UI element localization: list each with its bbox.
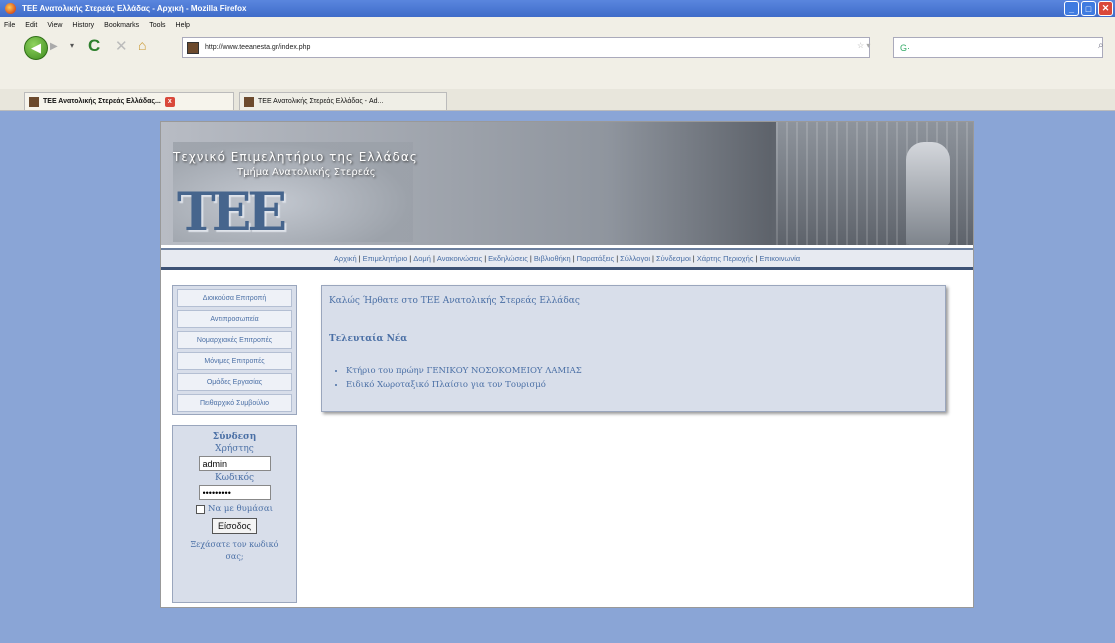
login-button[interactable]: Είσοδος <box>212 518 257 534</box>
news-item[interactable]: Ειδικό Χωροταξικό Πλαίσιο για τον Τουρισ… <box>346 380 582 390</box>
history-dropdown-icon[interactable]: ▾ <box>70 41 74 50</box>
reload-button[interactable]: C <box>88 36 100 56</box>
username-label: Χρήστης <box>215 444 254 454</box>
tab-bar: ΤΕΕ Ανατολικής Στερεάς Ελλάδας... x ΤΕΕ … <box>0 89 1115 111</box>
site-favicon-icon <box>187 41 199 54</box>
window-titlebar: ΤΕΕ Ανατολικής Στερεάς Ελλάδας - Αρχική … <box>0 0 1115 17</box>
remember-checkbox[interactable] <box>196 504 206 514</box>
maximize-button[interactable]: □ <box>1081 1 1096 16</box>
tab-active[interactable]: ΤΕΕ Ανατολικής Στερεάς Ελλάδας... x <box>24 92 234 110</box>
menu-history[interactable]: History <box>72 22 94 29</box>
back-arrow-icon: ◀ <box>31 40 41 55</box>
remember-label: Να με θυμάσαι <box>208 504 273 514</box>
window-title: ΤΕΕ Ανατολικής Στερεάς Ελλάδας - Αρχική … <box>22 4 247 13</box>
sidemenu-item-work-groups[interactable]: Ομάδες Εργασίας <box>177 373 292 391</box>
nav-events[interactable]: Εκδηλώσεις <box>488 254 528 263</box>
menu-view[interactable]: View <box>47 22 62 29</box>
site-banner: Τεχνικό Επιμελητήριο της Ελλάδας Τμήμα Α… <box>161 122 973 245</box>
web-page: Τεχνικό Επιμελητήριο της Ελλάδας Τμήμα Α… <box>160 121 974 608</box>
remember-me[interactable]: Να με θυμάσαι <box>173 504 296 514</box>
sidemenu-item-disciplinary-council[interactable]: Πειθαρχικό Συμβούλιο <box>177 394 292 412</box>
nav-contact[interactable]: Επικοινωνία <box>759 254 800 263</box>
forward-button[interactable]: ▶ <box>50 41 64 55</box>
nav-factions[interactable]: Παρατάξεις <box>577 254 615 263</box>
nav-library[interactable]: Βιβλιοθήκη <box>534 254 571 263</box>
tab-label: ΤΕΕ Ανατολικής Στερεάς Ελλάδας... <box>43 98 161 105</box>
nav-links[interactable]: Σύνδεσμοι <box>656 254 691 263</box>
menu-help[interactable]: Help <box>176 22 190 29</box>
home-button[interactable]: ⌂ <box>138 37 146 53</box>
news-item[interactable]: Κτήριο του πρώην ΓΕΝΙΚΟΥ ΝΟΣΟΚΟΜΕΙΟΥ ΛΑΜ… <box>346 366 582 376</box>
news-heading: Τελευταία Νέα <box>329 334 408 344</box>
url-text[interactable]: http://www.teeanesta.gr/index.php <box>205 44 310 51</box>
person-graphic <box>906 142 950 245</box>
close-window-button[interactable]: ✕ <box>1098 1 1113 16</box>
nav-announcements[interactable]: Ανακοινώσεις <box>437 254 482 263</box>
nav-structure[interactable]: Δομή <box>413 254 431 263</box>
welcome-text: Καλώς Ήρθατε στο ΤΕΕ Ανατολικής Στερεάς … <box>329 296 580 306</box>
nav-home[interactable]: Αρχική <box>334 254 357 263</box>
menu-file[interactable]: File <box>4 22 15 29</box>
tab-favicon-icon <box>29 96 39 107</box>
main-content: Καλώς Ήρθατε στο ΤΕΕ Ανατολικής Στερεάς … <box>321 285 946 412</box>
tab-inactive[interactable]: ΤΕΕ Ανατολικής Στερεάς Ελλάδας - Ad... <box>239 92 447 110</box>
navigation-toolbar: ◀ ▶ ▾ C ✕ ⌂ http://www.teeanesta.gr/inde… <box>0 33 1115 89</box>
side-menu: Διοικούσα Επιτροπή Αντιπροσωπεία Νομαρχι… <box>172 285 297 415</box>
password-label: Κωδικός <box>214 473 255 483</box>
window-controls: _ □ ✕ <box>1064 1 1113 16</box>
menu-tools[interactable]: Tools <box>149 22 165 29</box>
firefox-icon <box>5 3 16 14</box>
sidemenu-item-representation[interactable]: Αντιπροσωπεία <box>177 310 292 328</box>
sidemenu-item-permanent-committees[interactable]: Μόνιμες Επιτροπές <box>177 352 292 370</box>
forgot-password-link[interactable]: Ξεχάσατε τον κωδικό σας; <box>173 539 296 563</box>
bookmark-star-icon[interactable]: ☆ ▾ <box>857 41 870 50</box>
minimize-button[interactable]: _ <box>1064 1 1079 16</box>
stop-button[interactable]: ✕ <box>115 37 128 55</box>
tab-label: ΤΕΕ Ανατολικής Στερεάς Ελλάδας - Ad... <box>258 98 384 105</box>
tab-favicon-icon <box>244 96 254 107</box>
site-top-nav: Αρχική | Επιμελητήριο | Δομή | Ανακοινώσεις… <box>161 248 973 270</box>
nav-chamber[interactable]: Επιμελητήριο <box>363 254 408 263</box>
banner-subtitle: Τμήμα Ανατολικής Στερεάς <box>237 167 376 178</box>
menu-edit[interactable]: Edit <box>25 22 37 29</box>
login-box: Σύνδεση Χρήστης Κωδικός Να με θυμάσαι Εί… <box>172 425 297 603</box>
login-title: Σύνδεση <box>212 432 257 442</box>
tab-close-icon[interactable]: x <box>164 96 175 107</box>
sidemenu-item-prefecture-committees[interactable]: Νομαρχιακές Επιτροπές <box>177 331 292 349</box>
url-bar[interactable]: http://www.teeanesta.gr/index.php <box>182 37 870 58</box>
sidemenu-item-board[interactable]: Διοικούσα Επιτροπή <box>177 289 292 307</box>
search-engine-icon[interactable]: G· <box>900 43 910 53</box>
search-icon[interactable]: ⌕ <box>1098 40 1104 51</box>
tee-logo: ΤΕΕ <box>177 182 287 243</box>
back-button[interactable]: ◀ <box>24 36 48 60</box>
nav-area-map[interactable]: Χάρτης Περιοχής <box>697 254 754 263</box>
search-input[interactable]: G· <box>893 37 1103 58</box>
nav-associations[interactable]: Σύλλογοι <box>620 254 650 263</box>
banner-title: Τεχνικό Επιμελητήριο της Ελλάδας <box>173 150 418 164</box>
password-field[interactable] <box>198 485 271 500</box>
menu-bookmarks[interactable]: Bookmarks <box>104 22 139 29</box>
username-field[interactable] <box>198 456 271 471</box>
news-list: Κτήριο του πρώην ΓΕΝΙΚΟΥ ΝΟΣΟΚΟΜΕΙΟΥ ΛΑΜ… <box>346 366 582 394</box>
menubar: File Edit View History Bookmarks Tools H… <box>0 17 1115 33</box>
